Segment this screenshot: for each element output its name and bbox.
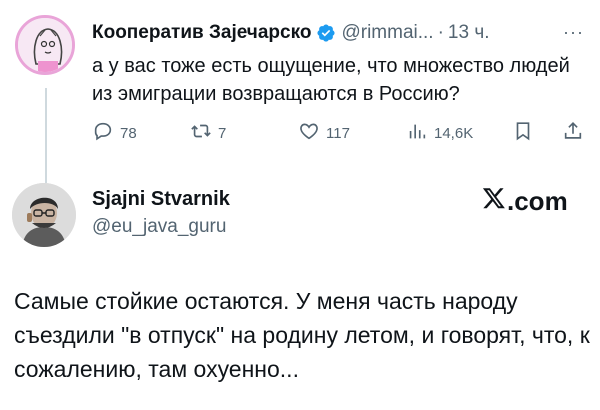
tweet-text: Самые стойкие остаются. У меня часть нар…	[14, 288, 590, 382]
reply-button[interactable]: 78	[92, 120, 137, 146]
thread-line	[45, 88, 47, 183]
share-icon	[562, 120, 584, 146]
avatar[interactable]	[15, 15, 75, 75]
timestamp[interactable]: 13 ч.	[448, 22, 490, 44]
avatar-illustration	[18, 18, 72, 72]
author-handle[interactable]: @eu_java_guru	[92, 216, 226, 238]
author-name[interactable]: Sjajni Stvarnik	[92, 188, 230, 211]
x-logo-text: .com	[507, 186, 568, 216]
avatar-photo	[12, 183, 76, 247]
author-handle[interactable]: @rimmai...	[341, 22, 433, 44]
separator-dot: ·	[437, 22, 444, 43]
x-logo: .com	[482, 186, 568, 217]
share-button[interactable]	[562, 120, 584, 146]
tweet-actions: 78 7 117 14,6K	[92, 120, 592, 146]
avatar[interactable]	[12, 183, 76, 247]
tweet-text: а у вас тоже есть ощущение, что множеств…	[92, 55, 570, 105]
reply-icon	[92, 120, 114, 146]
views-count: 14,6K	[434, 124, 474, 142]
retweet-icon	[190, 120, 212, 146]
verified-icon	[316, 23, 336, 43]
reply-count: 78	[120, 124, 137, 142]
bookmark-button[interactable]	[512, 120, 534, 146]
x-logo-icon	[482, 186, 507, 217]
views-icon	[406, 120, 428, 146]
like-icon	[298, 120, 320, 146]
author-name[interactable]: Кооператив Зајечарско	[92, 22, 311, 44]
views-button[interactable]: 14,6K	[406, 120, 473, 146]
like-count: 117	[326, 124, 350, 142]
like-button[interactable]: 117	[298, 120, 350, 146]
retweet-count: 7	[218, 124, 227, 142]
retweet-button[interactable]: 7	[190, 120, 226, 146]
more-options-icon[interactable]: ···	[563, 22, 584, 43]
tweet-header: Кооператив Зајечарско @rimmai... · 13 ч.	[92, 22, 490, 44]
bookmark-icon	[512, 120, 534, 146]
